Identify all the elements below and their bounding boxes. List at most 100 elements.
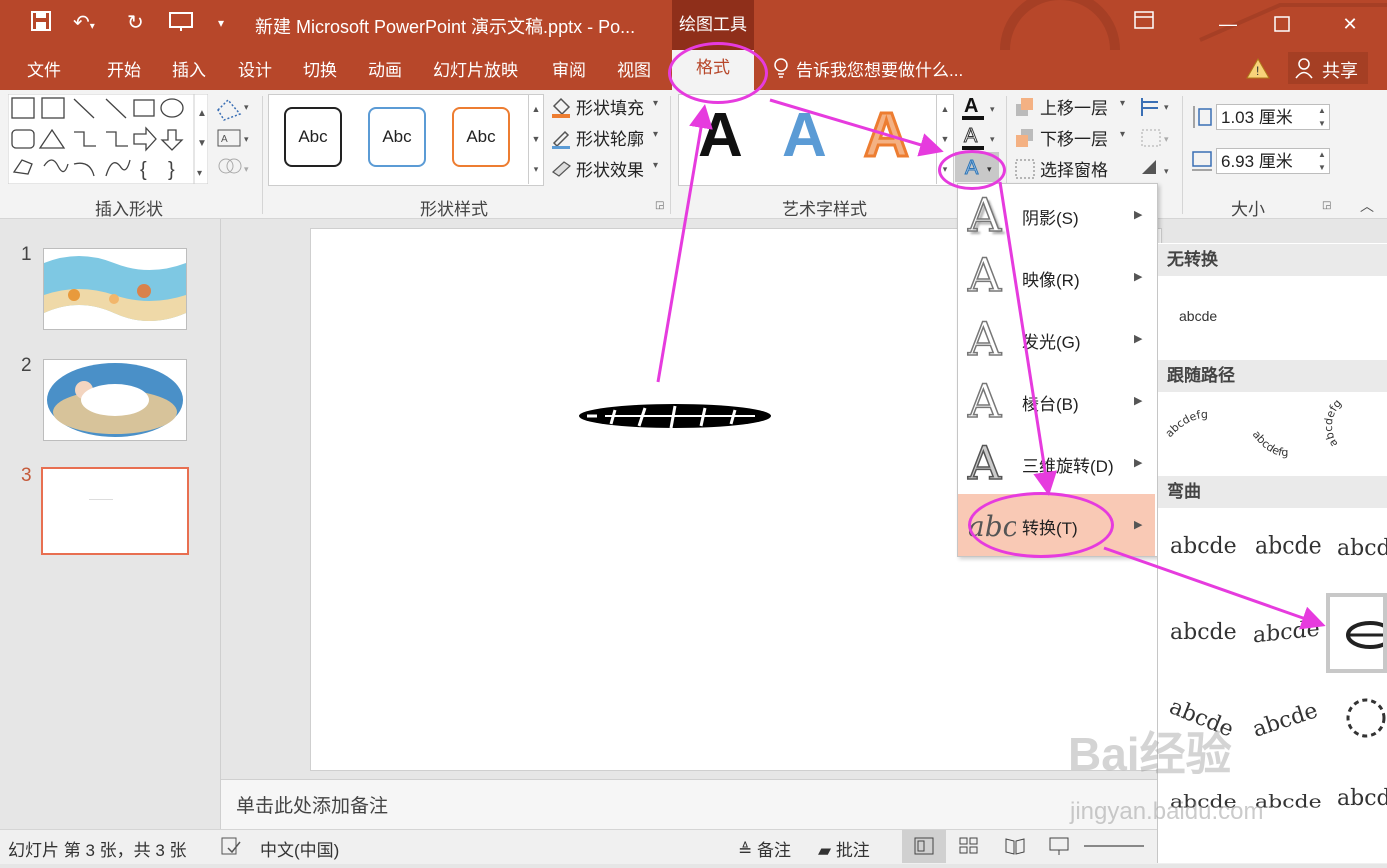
no-transform-option[interactable]: abcde bbox=[1179, 308, 1217, 324]
dialog-launcher-icon[interactable]: ◲ bbox=[655, 200, 664, 211]
path-arch-up[interactable]: abcdefg bbox=[1163, 408, 1208, 440]
zoom-slider[interactable] bbox=[1084, 845, 1144, 847]
shape-style-orange[interactable]: Abc bbox=[452, 107, 510, 167]
slide-thumbnail-2[interactable] bbox=[43, 359, 187, 441]
warning-icon[interactable]: ! bbox=[1246, 57, 1270, 84]
slide-number: 2 bbox=[21, 355, 32, 376]
submenu-arrow-icon: ▶ bbox=[1134, 209, 1143, 221]
shape-style-blue[interactable]: Abc bbox=[368, 107, 426, 167]
menu-item-bevel[interactable]: A 棱台(B) ▶ bbox=[958, 370, 1155, 432]
collapse-ribbon-icon[interactable]: ︿ bbox=[1360, 196, 1374, 216]
warp-option-wave-2[interactable]: abcde bbox=[1255, 793, 1322, 813]
annotation-circle-format-tab bbox=[668, 42, 768, 104]
baidu-watermark: Bai经验 bbox=[1068, 728, 1232, 780]
menu-label: 发光(G) bbox=[1022, 333, 1081, 352]
dropdown-arrow-icon: ▾ bbox=[1120, 98, 1126, 109]
shape-style-black[interactable]: Abc bbox=[284, 107, 342, 167]
beach-image bbox=[44, 249, 186, 329]
ribbon-display-icon[interactable] bbox=[1124, 10, 1164, 38]
transformed-wordart-shape[interactable] bbox=[575, 400, 775, 432]
tab-view[interactable]: 视图 bbox=[617, 56, 651, 81]
shape-styles-scroll[interactable]: ▲ ▼ ▾ bbox=[528, 94, 543, 184]
path-arch-down[interactable]: abcdefg bbox=[1250, 428, 1289, 459]
menu-item-shadow[interactable]: A 阴影(S) ▶ bbox=[958, 184, 1155, 246]
slide-sorter-icon[interactable] bbox=[958, 836, 980, 861]
notes-icon: ≜ bbox=[738, 841, 753, 860]
shapes-gallery[interactable]: { } ▲ ▼ ▾ bbox=[8, 94, 208, 184]
notes-button[interactable]: ≜ 备注 bbox=[738, 836, 791, 861]
paint-bucket-icon bbox=[552, 97, 571, 118]
share-button[interactable]: 共享 bbox=[1288, 52, 1368, 84]
bring-forward-label: 上移一层 bbox=[1040, 99, 1108, 118]
arrange-tools-icon[interactable]: ▾ ▾ ▾ bbox=[1138, 94, 1178, 189]
send-backward-label: 下移一层 bbox=[1040, 130, 1108, 149]
warp-option-plain[interactable]: abcde bbox=[1170, 534, 1237, 559]
menu-item-reflection[interactable]: A 映像(R) ▶ bbox=[958, 246, 1155, 308]
wordart-style-black[interactable]: A bbox=[698, 104, 743, 168]
customize-qat-icon[interactable]: ▾ bbox=[218, 16, 224, 30]
warp-option-stop[interactable]: abcde bbox=[1255, 533, 1322, 561]
tab-animations[interactable]: 动画 bbox=[368, 56, 402, 81]
svg-text:▾: ▾ bbox=[990, 104, 995, 114]
reading-view-icon[interactable] bbox=[1004, 836, 1026, 861]
submenu-arrow-icon: ▶ bbox=[1134, 333, 1143, 345]
slide-thumbnail-3[interactable] bbox=[41, 467, 189, 555]
language-indicator[interactable]: 中文(中国) bbox=[260, 836, 339, 861]
size-dialog-launcher-icon[interactable]: ◲ bbox=[1322, 200, 1331, 211]
tab-file[interactable]: 文件 bbox=[27, 56, 61, 81]
wordart-styles-label: 艺术字样式 bbox=[782, 200, 867, 219]
tab-insert[interactable]: 插入 bbox=[172, 56, 206, 81]
tab-review[interactable]: 审阅 bbox=[552, 56, 586, 81]
slideshow-view-icon[interactable] bbox=[1048, 836, 1070, 861]
height-spinner[interactable]: ▲ ▼ bbox=[1318, 104, 1326, 130]
comments-button[interactable]: ▰ 批注 bbox=[818, 836, 870, 861]
edit-shape-icon[interactable]: ▾ A ▾ ▾ bbox=[214, 96, 254, 181]
spell-check-icon[interactable] bbox=[220, 836, 242, 861]
shape-width-input[interactable]: 6.93 厘米 bbox=[1216, 148, 1330, 174]
menu-item-3d-rotation[interactable]: A 三维旋转(D) ▶ bbox=[958, 432, 1155, 494]
dropdown-arrow-icon: ▾ bbox=[653, 98, 659, 109]
svg-text:A: A bbox=[964, 125, 978, 147]
shape-height-icon bbox=[1190, 104, 1214, 135]
maximize-icon[interactable] bbox=[1262, 10, 1302, 38]
svg-text:▾: ▾ bbox=[244, 134, 249, 144]
warp-option-triangle[interactable]: abcde bbox=[1337, 536, 1387, 561]
slide-thumbnail-1[interactable] bbox=[43, 248, 187, 330]
tab-transitions[interactable]: 切换 bbox=[303, 56, 337, 81]
tab-design[interactable]: 设计 bbox=[238, 56, 272, 81]
path-circle[interactable]: abcdefg bbox=[1322, 397, 1344, 450]
save-icon[interactable] bbox=[30, 10, 52, 38]
annotation-circle-text-effects bbox=[938, 150, 1006, 190]
shape-styles-label: 形状样式 bbox=[420, 200, 488, 219]
text-fill-button[interactable]: A ▾ bbox=[962, 94, 1002, 127]
shape-height-input[interactable]: 1.03 厘米 bbox=[1216, 104, 1330, 130]
close-icon[interactable]: ✕ bbox=[1330, 10, 1370, 38]
wordart-style-blue[interactable]: A bbox=[782, 104, 827, 168]
circle-warp-preview bbox=[1346, 621, 1383, 649]
dropdown-arrow-icon: ▾ bbox=[653, 160, 659, 171]
minimize-icon[interactable]: — bbox=[1208, 10, 1248, 38]
tab-slideshow[interactable]: 幻灯片放映 bbox=[433, 56, 518, 81]
notes-placeholder: 单击此处添加备注 bbox=[236, 796, 389, 817]
undo-icon[interactable]: ↶▾ bbox=[73, 10, 95, 35]
warp-option-chevron[interactable]: abcde bbox=[1170, 620, 1237, 645]
present-icon[interactable] bbox=[168, 10, 194, 38]
tab-home[interactable]: 开始 bbox=[107, 56, 141, 81]
warp-option-selected[interactable] bbox=[1326, 593, 1387, 673]
group-separator bbox=[670, 96, 671, 214]
dropdown-arrow-icon: ▾ bbox=[653, 129, 659, 140]
normal-view-button[interactable] bbox=[902, 830, 946, 863]
watermark-url: jingyan.baidu.com bbox=[1070, 798, 1264, 825]
warp-option-circle[interactable] bbox=[1340, 690, 1387, 746]
width-spinner[interactable]: ▲ ▼ bbox=[1318, 148, 1326, 174]
slide-number: 3 bbox=[21, 465, 32, 486]
warp-option-inflate[interactable]: abcde bbox=[1337, 786, 1387, 811]
shape-fill-label: 形状填充 bbox=[576, 99, 644, 118]
tell-me-search[interactable]: 告诉我您想要做什么... bbox=[796, 56, 963, 81]
menu-label: 棱台(B) bbox=[1022, 395, 1079, 414]
wordart-style-orange[interactable]: A bbox=[863, 102, 911, 169]
menu-item-glow[interactable]: A 发光(G) ▶ bbox=[958, 308, 1155, 370]
follow-path-options[interactable]: abcdefg abcdefg abcdefg bbox=[1160, 394, 1387, 476]
bevel-a-icon: A bbox=[967, 373, 1002, 429]
redo-icon[interactable]: ↻ bbox=[127, 10, 144, 35]
